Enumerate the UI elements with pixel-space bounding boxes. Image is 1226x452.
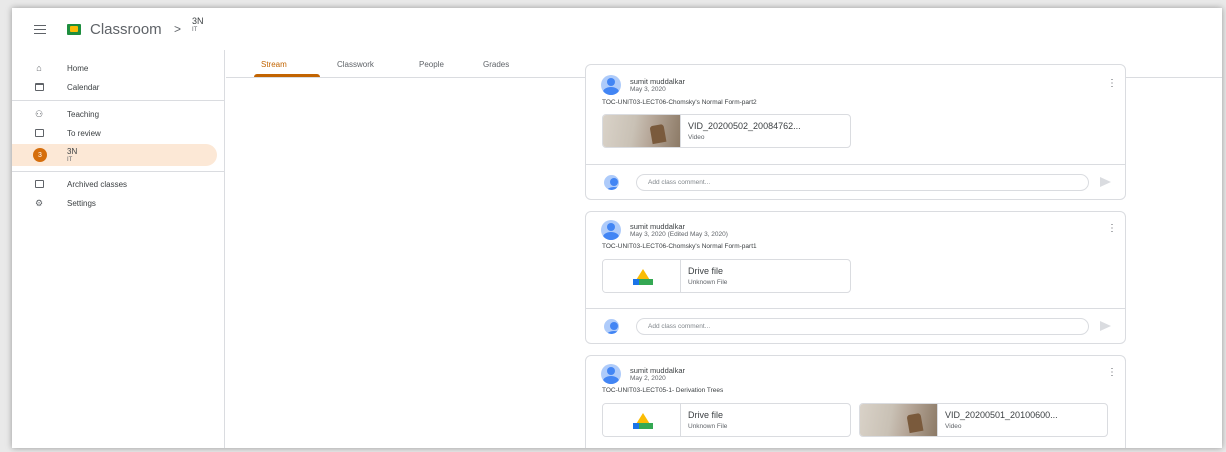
stream-post: sumit muddalkar May 3, 2020 ⋮ TOC-UNIT03… bbox=[585, 64, 1126, 200]
gear-icon: ⚙ bbox=[34, 197, 44, 208]
active-tab-indicator bbox=[254, 74, 320, 77]
attachment-title: VID_20200502_20084762... bbox=[688, 121, 801, 131]
review-icon bbox=[34, 128, 44, 138]
comment-row: Add class comment... bbox=[586, 164, 1125, 200]
google-drive-icon bbox=[633, 413, 653, 429]
attachment-type: Video bbox=[688, 134, 705, 141]
people-icon: ⚇ bbox=[34, 108, 44, 119]
stream-post: sumit muddalkar May 2, 2020 ⋮ TOC-UNIT03… bbox=[585, 355, 1126, 448]
home-icon: ⌂ bbox=[36, 63, 42, 73]
attachment-title: Drive file bbox=[688, 410, 724, 420]
avatar bbox=[601, 364, 621, 384]
attachment-card[interactable]: VID_20200502_20084762... Video bbox=[602, 114, 851, 148]
video-thumbnail bbox=[860, 404, 938, 436]
send-icon[interactable] bbox=[1100, 321, 1111, 331]
sidebar-divider bbox=[12, 171, 225, 172]
drive-thumbnail bbox=[603, 260, 681, 292]
attachment-title: VID_20200501_20100600... bbox=[945, 410, 1058, 420]
archive-icon bbox=[34, 179, 44, 189]
classroom-logo-icon[interactable] bbox=[67, 24, 81, 35]
post-title[interactable]: TOC-UNIT03-LECT06-Chomsky's Normal Form-… bbox=[602, 99, 757, 106]
sidebar-item-home[interactable]: ⌂ Home bbox=[12, 58, 217, 78]
video-thumbnail bbox=[603, 115, 681, 147]
post-date: May 3, 2020 bbox=[630, 86, 666, 93]
avatar bbox=[604, 319, 619, 334]
sidebar-item-settings[interactable]: ⚙ Settings bbox=[12, 193, 217, 213]
sidebar-item-label: 3N bbox=[67, 147, 78, 156]
tab-classwork[interactable]: Classwork bbox=[337, 60, 374, 69]
post-title[interactable]: TOC-UNIT03-LECT05-1- Derivation Trees bbox=[602, 387, 723, 394]
sidebar-class-label: 3N IT bbox=[67, 147, 77, 163]
calendar-icon bbox=[34, 82, 44, 92]
tab-people[interactable]: People bbox=[419, 60, 444, 69]
post-date: May 3, 2020 (Edited May 3, 2020) bbox=[630, 231, 728, 238]
attachment-card[interactable]: Drive file Unknown File bbox=[602, 259, 851, 293]
google-drive-icon bbox=[633, 269, 653, 285]
sidebar-item-label: Calendar bbox=[67, 82, 100, 92]
class-comment-input[interactable]: Add class comment... bbox=[636, 174, 1089, 191]
sidebar-item-calendar[interactable]: Calendar bbox=[12, 77, 217, 97]
post-author: sumit muddalkar bbox=[630, 77, 686, 86]
sidebar-item-label: Home bbox=[67, 63, 89, 73]
sidebar-item-label: Archived classes bbox=[67, 179, 128, 189]
more-options-icon[interactable]: ⋮ bbox=[1107, 368, 1117, 378]
attachment-type: Unknown File bbox=[688, 279, 728, 286]
menu-icon[interactable] bbox=[34, 25, 46, 34]
attachment-type: Video bbox=[945, 423, 962, 430]
sidebar-item-teaching[interactable]: ⚇ Teaching bbox=[12, 104, 217, 124]
sidebar-item-to-review[interactable]: To review bbox=[12, 123, 217, 143]
sidebar: ⌂ Home Calendar ⚇ Teaching To review 3 3… bbox=[12, 50, 225, 448]
send-icon[interactable] bbox=[1100, 177, 1111, 187]
top-app-bar: Classroom > 3N IT bbox=[12, 8, 1222, 50]
attachment-type: Unknown File bbox=[688, 423, 728, 430]
post-author: sumit muddalkar bbox=[630, 222, 686, 231]
sidebar-divider bbox=[12, 100, 225, 101]
breadcrumb-class-name: 3N bbox=[192, 16, 204, 26]
sidebar-item-label: To review bbox=[67, 128, 101, 138]
class-avatar-badge: 3 bbox=[33, 148, 47, 162]
stream-post: sumit muddalkar May 3, 2020 (Edited May … bbox=[585, 211, 1126, 344]
breadcrumb-class[interactable]: 3N IT bbox=[192, 17, 204, 35]
tab-grades[interactable]: Grades bbox=[483, 60, 509, 69]
class-comment-input[interactable]: Add class comment... bbox=[636, 318, 1089, 335]
app-name[interactable]: Classroom bbox=[90, 21, 162, 38]
post-title[interactable]: TOC-UNIT03-LECT06-Chomsky's Normal Form-… bbox=[602, 243, 757, 250]
tab-stream[interactable]: Stream bbox=[261, 60, 287, 69]
drive-thumbnail bbox=[603, 404, 681, 436]
breadcrumb-class-section: IT bbox=[192, 27, 198, 33]
sidebar-item-archived-classes[interactable]: Archived classes bbox=[12, 174, 217, 194]
sidebar-item-label: Settings bbox=[67, 198, 96, 208]
comment-row: Add class comment... bbox=[586, 308, 1125, 344]
sidebar-item-label: Teaching bbox=[67, 109, 100, 119]
avatar bbox=[601, 75, 621, 95]
attachment-title: Drive file bbox=[688, 266, 724, 276]
sidebar-item-class-3n[interactable]: 3 3N IT bbox=[12, 144, 217, 166]
attachment-card[interactable]: VID_20200501_20100600... Video bbox=[859, 403, 1108, 437]
breadcrumb-separator: > bbox=[174, 22, 182, 36]
avatar bbox=[601, 220, 621, 240]
attachment-card[interactable]: Drive file Unknown File bbox=[602, 403, 851, 437]
post-author: sumit muddalkar bbox=[630, 366, 686, 375]
sidebar-item-sublabel: IT bbox=[67, 157, 73, 163]
avatar bbox=[604, 175, 619, 190]
classroom-window: Classroom > 3N IT ⌂ Home Calendar ⚇ Teac… bbox=[12, 8, 1222, 448]
more-options-icon[interactable]: ⋮ bbox=[1107, 224, 1117, 234]
more-options-icon[interactable]: ⋮ bbox=[1107, 79, 1117, 89]
post-date: May 2, 2020 bbox=[630, 375, 666, 382]
